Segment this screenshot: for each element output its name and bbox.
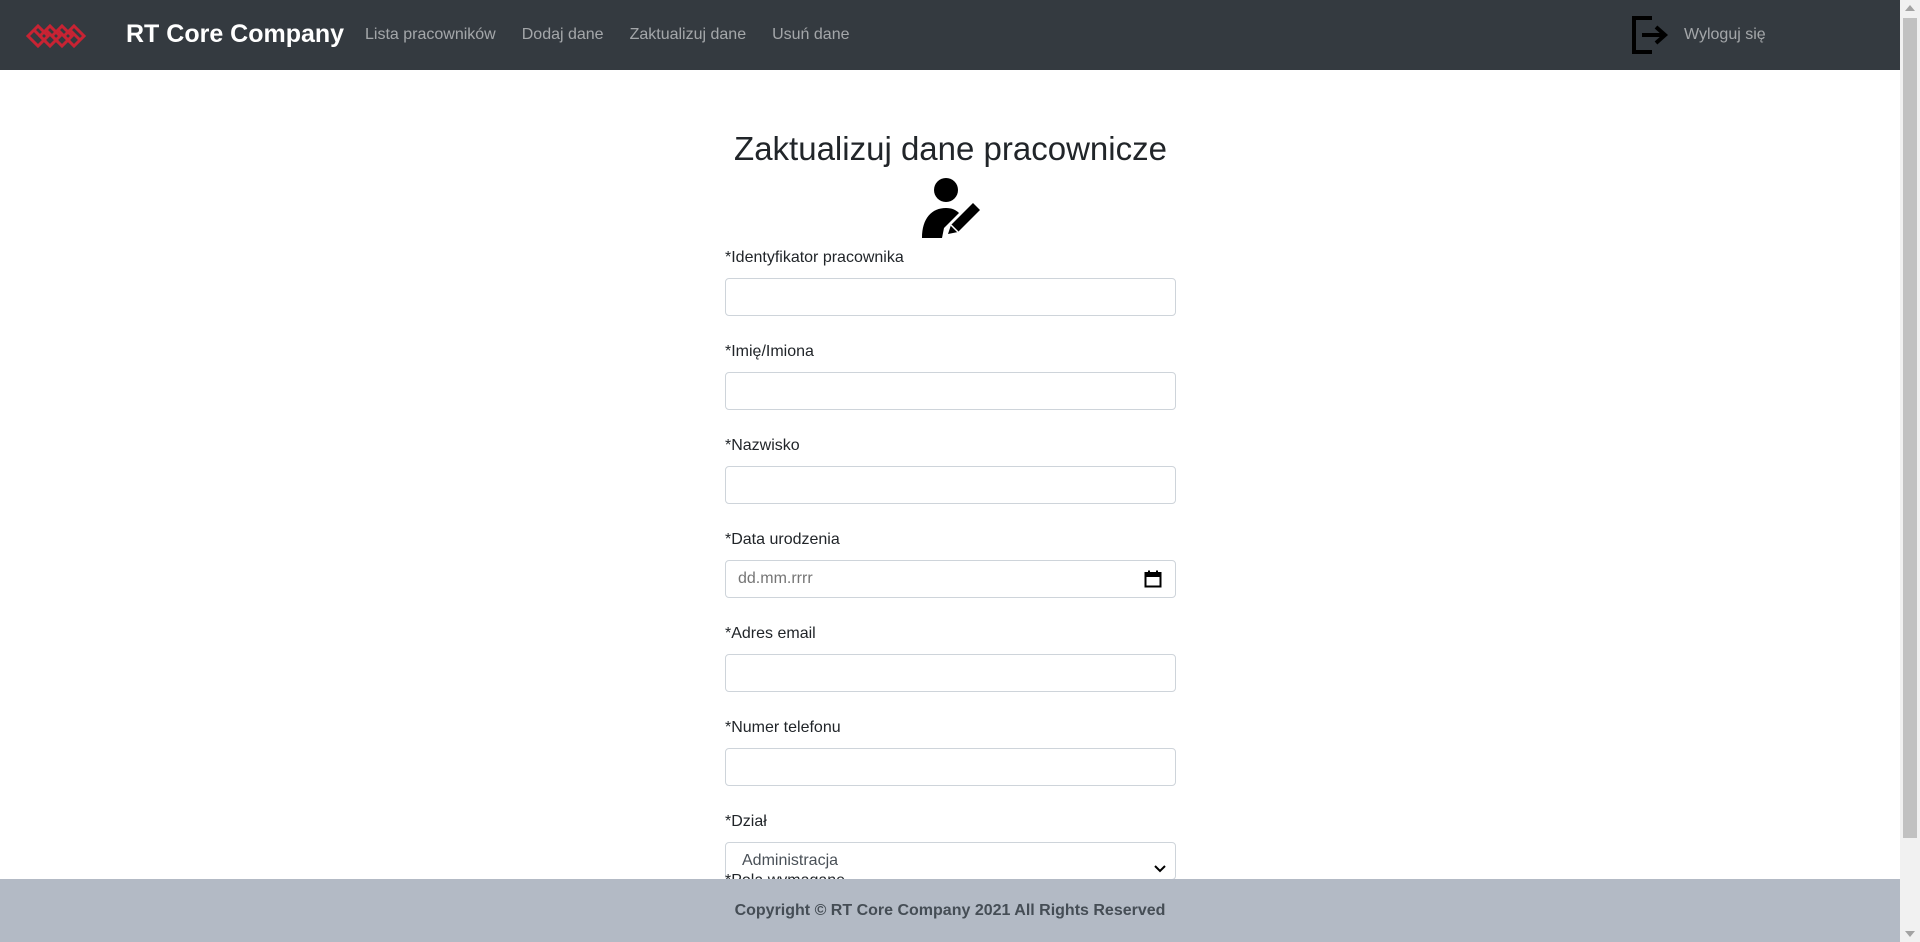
employee-id-label: *Identyfikator pracownika <box>725 249 904 266</box>
update-employee-form-container: Zaktualizuj dane pracownicze *Identyfika… <box>725 70 1176 880</box>
navbar: RT Core Company Lista pracowników Dodaj … <box>0 0 1900 70</box>
chevron-down-icon <box>1154 865 1166 873</box>
email-label: *Adres email <box>725 625 816 642</box>
phone-input[interactable] <box>725 748 1176 786</box>
calendar-icon[interactable] <box>1144 570 1162 588</box>
nav-link-employee-list[interactable]: Lista pracowników <box>365 26 496 44</box>
last-name-label: *Nazwisko <box>725 437 800 454</box>
phone-label: *Numer telefonu <box>725 719 841 736</box>
page-title: Zaktualizuj dane pracownicze <box>734 130 1167 167</box>
birth-date-input[interactable] <box>725 560 1176 598</box>
scroll-down-arrow-icon[interactable] <box>1905 931 1915 937</box>
department-field: *Dział Administracja <box>725 810 1176 880</box>
scroll-up-arrow-icon[interactable] <box>1905 5 1915 11</box>
user-edit-icon <box>921 178 980 238</box>
nav-link-update-data[interactable]: Zaktualizuj dane <box>630 26 747 44</box>
birth-date-field: *Data urodzenia <box>725 528 1176 598</box>
department-label: *Dział <box>725 813 767 830</box>
first-name-field: *Imię/Imiona <box>725 340 1176 410</box>
footer: Copyright © RT Core Company 2021 All Rig… <box>0 879 1900 942</box>
last-name-input[interactable] <box>725 466 1176 504</box>
logout-button[interactable]: Wyloguj się <box>1630 14 1766 56</box>
phone-field: *Numer telefonu <box>725 716 1176 786</box>
scrollbar-thumb[interactable] <box>1903 18 1917 838</box>
vertical-scrollbar[interactable] <box>1900 0 1920 942</box>
nav-link-add-data[interactable]: Dodaj dane <box>522 26 604 44</box>
employee-id-field: *Identyfikator pracownika <box>725 246 1176 316</box>
last-name-field: *Nazwisko <box>725 434 1176 504</box>
copyright-text: Copyright © RT Core Company 2021 All Rig… <box>734 901 1166 919</box>
logout-icon <box>1632 16 1669 54</box>
first-name-input[interactable] <box>725 372 1176 410</box>
birth-date-label: *Data urodzenia <box>725 531 840 548</box>
nav-link-delete-data[interactable]: Usuń dane <box>772 26 849 44</box>
email-field: *Adres email <box>725 622 1176 692</box>
company-logo-icon[interactable] <box>26 19 88 53</box>
nav-links: Lista pracowników Dodaj dane Zaktualizuj… <box>365 26 849 44</box>
brand-name[interactable]: RT Core Company <box>126 20 344 49</box>
logout-label: Wyloguj się <box>1684 26 1766 43</box>
employee-id-input[interactable] <box>725 278 1176 316</box>
email-input[interactable] <box>725 654 1176 692</box>
first-name-label: *Imię/Imiona <box>725 343 814 360</box>
